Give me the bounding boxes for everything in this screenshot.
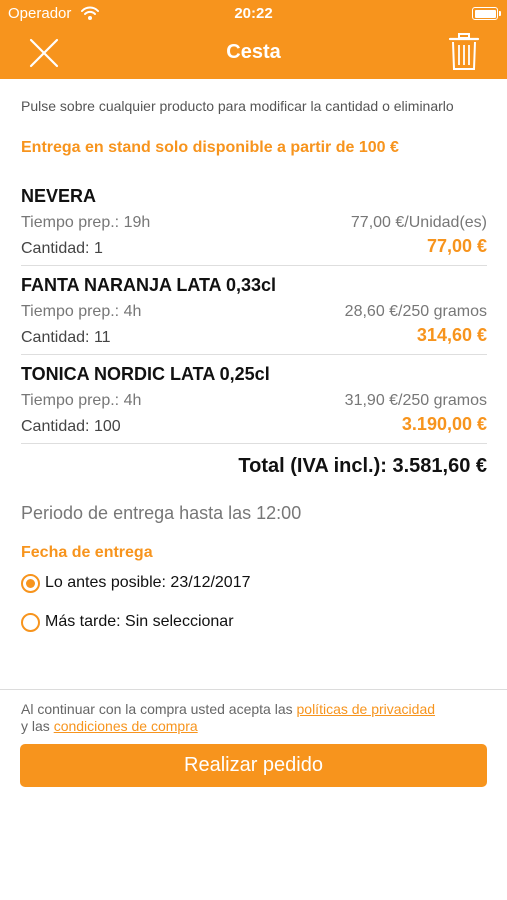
divider: [0, 689, 507, 690]
item-name: FANTA NARANJA LATA 0,33cl: [21, 275, 277, 295]
item-quantity: Cantidad: 100: [21, 418, 121, 435]
info-text: Pulse sobre cualquier producto para modi…: [21, 98, 454, 114]
item-quantity: Cantidad: 11: [21, 329, 111, 346]
item-name: NEVERA: [21, 186, 97, 206]
cart-item[interactable]: NEVERA Tiempo prep.: 19h 77,00 €/Unidad(…: [21, 178, 487, 266]
purchase-conditions-link[interactable]: condiciones de compra: [54, 718, 198, 734]
item-unit-price: 31,90 €/250 gramos: [344, 392, 487, 409]
terms-middle: y las: [21, 718, 54, 734]
item-prep-time: Tiempo prep.: 4h: [21, 303, 142, 320]
item-prep-time: Tiempo prep.: 4h: [21, 392, 142, 409]
privacy-policy-link[interactable]: políticas de privacidad: [297, 701, 436, 717]
radio-unselected-icon: [21, 613, 40, 632]
delivery-notice: Entrega en stand solo disponible a parti…: [21, 139, 399, 156]
cart-item[interactable]: FANTA NARANJA LATA 0,33cl Tiempo prep.: …: [21, 267, 487, 355]
status-bar: Operador 20:22: [0, 0, 507, 28]
item-name: TONICA NORDIC LATA 0,25cl: [21, 364, 270, 384]
navigation-bar: Cesta: [0, 28, 507, 79]
page-title: Cesta: [226, 41, 281, 63]
order-total: Total (IVA incl.): 3.581,60 €: [238, 455, 487, 477]
delivery-period: Periodo de entrega hasta las 12:00: [21, 503, 302, 523]
trash-icon: [448, 33, 480, 70]
delete-cart-button[interactable]: [446, 32, 482, 72]
place-order-button[interactable]: Realizar pedido: [20, 744, 487, 787]
item-total: 314,60 €: [416, 325, 487, 345]
delivery-option-label: Lo antes posible: 23/12/2017: [45, 574, 251, 591]
terms-text: Al continuar con la compra usted acepta …: [21, 701, 491, 735]
item-total: 77,00 €: [426, 236, 487, 256]
delivery-option-label: Más tarde: Sin seleccionar: [45, 613, 234, 630]
battery-icon: [472, 7, 501, 20]
item-quantity: Cantidad: 1: [21, 240, 103, 257]
delivery-date-label: Fecha de entrega: [21, 544, 153, 561]
status-time: 20:22: [234, 5, 273, 22]
item-unit-price: 28,60 €/250 gramos: [344, 303, 487, 320]
item-prep-time: Tiempo prep.: 19h: [21, 214, 151, 231]
cart-item[interactable]: TONICA NORDIC LATA 0,25cl Tiempo prep.: …: [21, 356, 487, 444]
item-total: 3.190,00 €: [401, 414, 487, 434]
radio-selected-icon: [21, 574, 40, 593]
terms-prefix: Al continuar con la compra usted acepta …: [21, 701, 297, 717]
top-bar: Operador 20:22 Cesta: [0, 0, 507, 79]
item-unit-price: 77,00 €/Unidad(es): [350, 214, 487, 231]
